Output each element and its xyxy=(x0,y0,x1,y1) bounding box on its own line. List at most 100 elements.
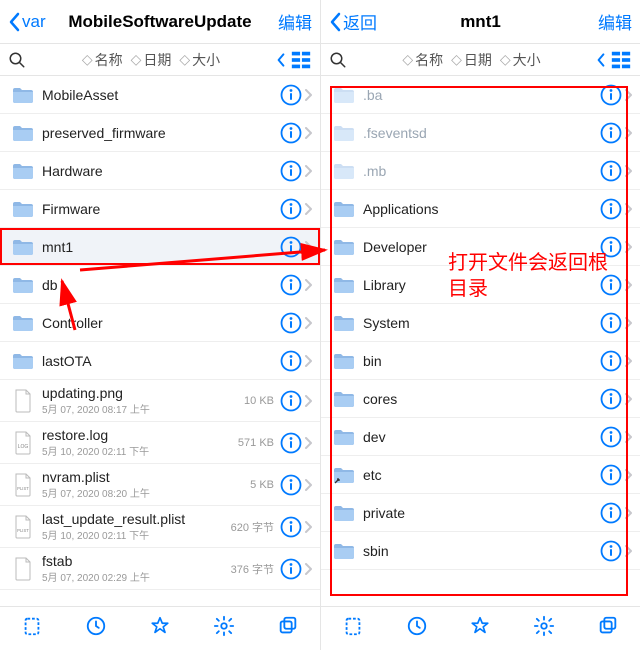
list-item[interactable]: PLIST last_update_result.plist 5月 10, 20… xyxy=(0,506,320,548)
chevron-right-icon xyxy=(624,279,632,291)
sort-size[interactable]: ◇大小 xyxy=(179,50,220,70)
info-icon[interactable] xyxy=(600,236,622,258)
back-button[interactable]: 返回 xyxy=(329,9,377,34)
item-size: 571 KB xyxy=(226,437,274,449)
chevron-left-icon[interactable] xyxy=(596,52,606,68)
clock-icon[interactable] xyxy=(406,615,428,642)
info-icon[interactable] xyxy=(280,516,302,538)
list-item[interactable]: System xyxy=(321,304,640,342)
info-icon[interactable] xyxy=(280,198,302,220)
file-icon xyxy=(10,389,36,413)
grid-view-icon[interactable] xyxy=(610,49,632,71)
sort-size[interactable]: ◇大小 xyxy=(500,50,541,70)
clipboard-icon[interactable] xyxy=(21,615,43,642)
info-icon[interactable] xyxy=(600,540,622,562)
list-item[interactable]: lastOTA xyxy=(0,342,320,380)
sort-header: ◇名称 ◇日期 ◇大小 xyxy=(321,44,640,76)
chevron-left-icon[interactable] xyxy=(276,52,286,68)
info-icon[interactable] xyxy=(280,160,302,182)
list-item[interactable]: etc xyxy=(321,456,640,494)
list-item[interactable]: db xyxy=(0,266,320,304)
search-icon[interactable] xyxy=(329,51,347,69)
list-item[interactable]: mnt1 xyxy=(0,228,320,266)
list-item[interactable]: dev xyxy=(321,418,640,456)
info-icon[interactable] xyxy=(600,198,622,220)
edit-button[interactable]: 编辑 xyxy=(598,9,632,34)
info-icon[interactable] xyxy=(600,122,622,144)
windows-icon[interactable] xyxy=(597,615,619,642)
clock-icon[interactable] xyxy=(85,615,107,642)
chevron-left-icon xyxy=(8,12,20,32)
search-icon[interactable] xyxy=(8,51,26,69)
info-icon[interactable] xyxy=(600,350,622,372)
info-icon[interactable] xyxy=(600,312,622,334)
folder-icon xyxy=(10,162,36,180)
back-button[interactable]: var xyxy=(8,12,46,32)
info-icon[interactable] xyxy=(600,502,622,524)
page-title: MobileSoftwareUpdate xyxy=(0,12,320,32)
info-icon[interactable] xyxy=(600,388,622,410)
folder-icon xyxy=(331,86,357,104)
list-item[interactable]: preserved_firmware xyxy=(0,114,320,152)
gear-icon[interactable] xyxy=(213,615,235,642)
list-item[interactable]: Controller xyxy=(0,304,320,342)
list-item[interactable]: bin xyxy=(321,342,640,380)
info-icon[interactable] xyxy=(600,464,622,486)
folder-icon xyxy=(10,276,36,294)
sort-date[interactable]: ◇日期 xyxy=(131,50,172,70)
list-item[interactable]: .ba xyxy=(321,76,640,114)
info-icon[interactable] xyxy=(600,426,622,448)
chevron-right-icon xyxy=(624,127,632,139)
info-icon[interactable] xyxy=(280,558,302,580)
list-item[interactable]: PLIST nvram.plist 5月 07, 2020 08:20 上午 5… xyxy=(0,464,320,506)
list-item[interactable]: MobileAsset xyxy=(0,76,320,114)
list-item[interactable]: private xyxy=(321,494,640,532)
list-item[interactable]: Applications xyxy=(321,190,640,228)
star-icon[interactable] xyxy=(469,615,491,642)
sort-name[interactable]: ◇名称 xyxy=(402,50,443,70)
info-icon[interactable] xyxy=(600,160,622,182)
list-item[interactable]: sbin xyxy=(321,532,640,570)
info-icon[interactable] xyxy=(280,84,302,106)
item-name: preserved_firmware xyxy=(42,125,280,141)
sort-name[interactable]: ◇名称 xyxy=(82,50,123,70)
chevron-right-icon xyxy=(304,203,312,215)
list-item[interactable]: Library xyxy=(321,266,640,304)
gear-icon[interactable] xyxy=(533,615,555,642)
clipboard-icon[interactable] xyxy=(342,615,364,642)
item-name: Applications xyxy=(363,201,600,217)
info-icon[interactable] xyxy=(280,390,302,412)
windows-icon[interactable] xyxy=(277,615,299,642)
folder-icon xyxy=(10,238,36,256)
info-icon[interactable] xyxy=(280,274,302,296)
info-icon[interactable] xyxy=(280,236,302,258)
back-label: 返回 xyxy=(343,9,377,34)
list-item[interactable]: cores xyxy=(321,380,640,418)
list-item[interactable]: LOG restore.log 5月 10, 2020 02:11 下午 571… xyxy=(0,422,320,464)
info-icon[interactable] xyxy=(280,122,302,144)
item-sub: 5月 10, 2020 02:11 下午 xyxy=(42,443,226,458)
folder-icon xyxy=(10,352,36,370)
item-name: Developer xyxy=(363,239,600,255)
list-item[interactable]: Hardware xyxy=(0,152,320,190)
folder-icon xyxy=(10,200,36,218)
nav-bar: 返回 mnt1 编辑 xyxy=(321,0,640,44)
info-icon[interactable] xyxy=(280,474,302,496)
list-item[interactable]: .mb xyxy=(321,152,640,190)
info-icon[interactable] xyxy=(280,432,302,454)
edit-button[interactable]: 编辑 xyxy=(278,9,312,34)
list-item[interactable]: Developer xyxy=(321,228,640,266)
info-icon[interactable] xyxy=(280,350,302,372)
list-item[interactable]: updating.png 5月 07, 2020 08:17 上午 10 KB xyxy=(0,380,320,422)
sort-date[interactable]: ◇日期 xyxy=(451,50,492,70)
grid-view-icon[interactable] xyxy=(290,49,312,71)
info-icon[interactable] xyxy=(280,312,302,334)
list-item[interactable]: fstab 5月 07, 2020 02:29 上午 376 字节 xyxy=(0,548,320,590)
star-icon[interactable] xyxy=(149,615,171,642)
list-item[interactable]: Firmware xyxy=(0,190,320,228)
info-icon[interactable] xyxy=(600,274,622,296)
item-sub: 5月 07, 2020 08:20 上午 xyxy=(42,485,226,500)
file-icon xyxy=(10,557,36,581)
info-icon[interactable] xyxy=(600,84,622,106)
list-item[interactable]: .fseventsd xyxy=(321,114,640,152)
